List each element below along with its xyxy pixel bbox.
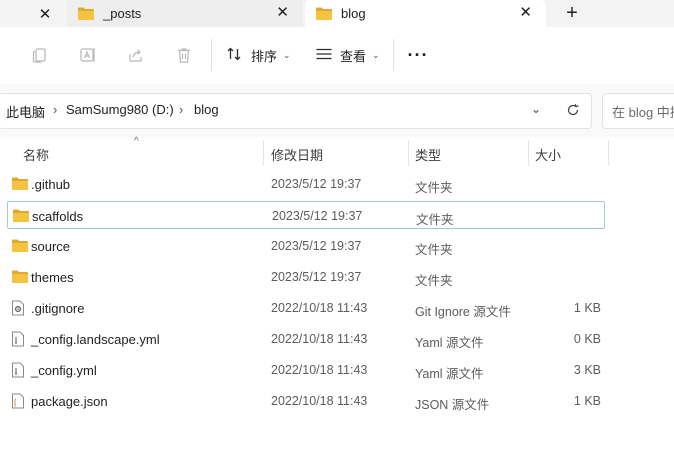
file-name[interactable]: scaffolds	[32, 209, 83, 224]
file-date: 2022/10/18 11:43	[271, 332, 368, 346]
column-divider[interactable]	[528, 140, 529, 166]
address-bar[interactable]: 此电脑 › SamSumg980 (D:) › blog ⌄	[0, 93, 592, 129]
view-icon	[315, 47, 333, 64]
file-type: 文件夹	[415, 274, 453, 288]
file-row[interactable]: .github 2023/5/12 19:37 文件夹	[7, 170, 605, 198]
file-type: 文件夹	[415, 243, 453, 257]
file-date: 2022/10/18 11:43	[271, 394, 368, 408]
text-file-icon	[11, 331, 27, 347]
file-size: 3 KB	[573, 363, 601, 377]
column-divider[interactable]	[408, 140, 409, 166]
file-name[interactable]: _config.landscape.yml	[31, 332, 160, 347]
search-input[interactable]: 在 blog 中搜索	[602, 93, 674, 129]
new-tab-button[interactable]: +	[560, 1, 584, 25]
toolbar-divider	[393, 39, 394, 71]
tab-label: _posts	[103, 6, 142, 21]
json-file-icon	[11, 393, 27, 409]
close-icon[interactable]: ✕	[276, 3, 289, 21]
column-header-size[interactable]: 大小	[535, 145, 561, 164]
share-icon[interactable]	[122, 41, 150, 69]
file-name[interactable]: themes	[31, 270, 74, 285]
file-name[interactable]: _config.yml	[31, 363, 97, 378]
file-date: 2023/5/12 19:37	[271, 270, 362, 284]
address-row: 此电脑 › SamSumg980 (D:) › blog ⌄ 在 blog 中搜…	[0, 84, 674, 138]
file-row[interactable]: scaffolds 2023/5/12 19:37 文件夹	[7, 201, 605, 229]
folder-icon	[12, 208, 29, 224]
folder-icon	[315, 6, 333, 24]
file-size: 1 KB	[573, 394, 601, 408]
tab-label: blog	[341, 6, 366, 21]
file-date: 2022/10/18 11:43	[271, 301, 368, 315]
file-name[interactable]: package.json	[31, 394, 108, 409]
column-header-date[interactable]: 修改日期	[271, 145, 323, 164]
rename-icon[interactable]	[74, 41, 102, 69]
file-size: 1 KB	[573, 301, 601, 315]
view-label: 查看	[340, 48, 367, 64]
breadcrumb-drive[interactable]: SamSumg980 (D:)	[66, 102, 174, 117]
folder-icon	[11, 238, 28, 254]
file-type: Git Ignore 源文件	[415, 305, 511, 319]
file-name[interactable]: .gitignore	[31, 301, 84, 316]
file-type: JSON 源文件	[415, 398, 490, 412]
sort-label: 排序	[251, 48, 278, 64]
file-name[interactable]: source	[31, 239, 70, 254]
folder-icon	[77, 6, 95, 24]
column-header-type[interactable]: 类型	[415, 145, 441, 164]
file-type: Yaml 源文件	[415, 367, 484, 381]
close-icon[interactable]: ✕	[519, 3, 532, 21]
settings-file-icon	[11, 300, 27, 316]
file-row[interactable]: _config.landscape.yml 2022/10/18 11:43 Yam…	[7, 325, 605, 353]
close-tab-button[interactable]: ✕	[33, 0, 57, 27]
file-date: 2023/5/12 19:37	[271, 239, 362, 253]
more-options-button[interactable]: ···	[404, 41, 432, 69]
command-bar: 排序 ⌄ 查看 ⌄ ···	[0, 27, 674, 85]
chevron-down-icon: ⌄	[283, 49, 291, 60]
sort-icon	[226, 46, 244, 65]
file-row[interactable]: _config.yml 2022/10/18 11:43 Yaml 源文件 3 KB	[7, 356, 605, 384]
file-row[interactable]: themes 2023/5/12 19:37 文件夹	[7, 263, 605, 291]
folder-icon	[11, 176, 28, 192]
file-date: 2023/5/12 19:37	[271, 177, 362, 191]
breadcrumb-blog[interactable]: blog	[194, 102, 219, 117]
file-type: 文件夹	[415, 181, 453, 195]
tab-blog[interactable]: blog ✕	[305, 0, 546, 27]
view-button[interactable]: 查看 ⌄	[315, 41, 380, 69]
copy-icon[interactable]	[26, 41, 54, 69]
file-date: 2022/10/18 11:43	[271, 363, 368, 377]
column-divider[interactable]	[608, 140, 609, 166]
search-placeholder: 在 blog 中搜索	[612, 105, 674, 120]
tab-posts[interactable]: _posts ✕	[67, 0, 303, 27]
text-file-icon	[11, 362, 27, 378]
chevron-down-icon: ⌄	[372, 49, 380, 60]
file-type: 文件夹	[416, 213, 454, 227]
folder-icon	[11, 269, 28, 285]
breadcrumb-this-pc[interactable]: 此电脑	[6, 102, 45, 121]
file-row[interactable]: package.json 2022/10/18 11:43 JSON 源文件 1 KB	[7, 387, 605, 415]
column-header-name[interactable]: 名称	[23, 145, 49, 164]
tab-bar: ✕ _posts ✕ blog ✕ +	[0, 0, 674, 27]
sort-ascending-icon: ^	[134, 136, 139, 147]
column-divider[interactable]	[263, 140, 264, 166]
file-type: Yaml 源文件	[415, 336, 484, 350]
breadcrumb-separator[interactable]: ›	[179, 102, 183, 117]
refresh-icon[interactable]	[563, 100, 583, 120]
file-row[interactable]: .gitignore 2022/10/18 11:43 Git Ignore 源文件…	[7, 294, 605, 322]
sort-button[interactable]: 排序 ⌄	[226, 41, 291, 69]
file-date: 2023/5/12 19:37	[272, 209, 363, 223]
delete-icon[interactable]	[170, 41, 198, 69]
chevron-down-icon[interactable]: ⌄	[531, 102, 541, 116]
column-headers: ^ 名称 修改日期 类型 大小	[0, 136, 674, 168]
toolbar-divider	[211, 39, 212, 71]
file-row[interactable]: source 2023/5/12 19:37 文件夹	[7, 232, 605, 260]
file-name[interactable]: .github	[31, 177, 70, 192]
breadcrumb-separator[interactable]: ›	[53, 102, 57, 117]
file-size: 0 KB	[573, 332, 601, 346]
